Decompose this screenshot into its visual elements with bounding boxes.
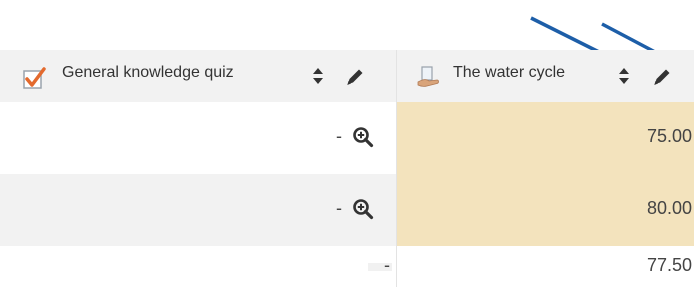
table-row: - 80.00 bbox=[0, 174, 694, 246]
sort-icon[interactable] bbox=[312, 67, 324, 85]
column-header-quiz: General knowledge quiz bbox=[0, 50, 396, 102]
lesson-grade-cell[interactable]: 75.00 bbox=[396, 102, 694, 174]
quiz-column-link[interactable]: General knowledge quiz bbox=[62, 64, 234, 82]
grade-value: 77.50 bbox=[646, 255, 692, 275]
zoom-in-icon[interactable] bbox=[352, 126, 374, 148]
pencil-edit-icon[interactable] bbox=[651, 66, 673, 88]
table-row-average: - 77.50 bbox=[0, 246, 694, 287]
quiz-icon bbox=[23, 67, 46, 89]
lesson-average-cell: 77.50 bbox=[396, 246, 694, 287]
pencil-edit-icon[interactable] bbox=[344, 66, 366, 88]
grade-value: 80.00 bbox=[646, 198, 692, 218]
quiz-grade-cell: - bbox=[0, 102, 396, 174]
lesson-grade-cell[interactable]: 80.00 bbox=[396, 174, 694, 246]
empty-grade: - bbox=[336, 198, 342, 218]
quiz-average-cell: - bbox=[0, 246, 396, 287]
column-header-lesson: The water cycle bbox=[396, 50, 694, 102]
table-header-row: General knowledge quiz The water cycle bbox=[0, 50, 694, 102]
zoom-in-icon[interactable] bbox=[352, 198, 374, 220]
lesson-icon bbox=[417, 66, 439, 87]
table-row: - 75.00 bbox=[0, 102, 694, 174]
empty-grade: - bbox=[384, 255, 390, 275]
quiz-grade-cell: - bbox=[0, 174, 396, 246]
empty-grade: - bbox=[336, 126, 342, 146]
grade-value: 75.00 bbox=[646, 126, 692, 146]
sort-icon[interactable] bbox=[618, 67, 630, 85]
lesson-column-link[interactable]: The water cycle bbox=[453, 64, 565, 82]
